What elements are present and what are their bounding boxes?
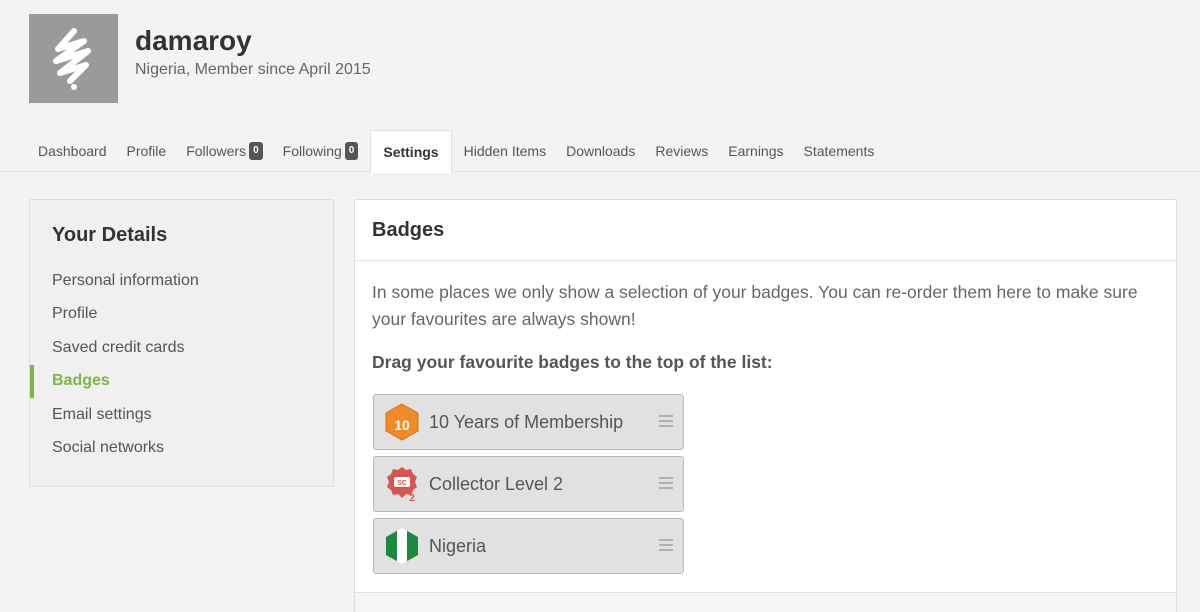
- tab-bar: Dashboard Profile Followers 0 Following 0 …: [28, 130, 885, 173]
- nigeria-flag-icon: [385, 527, 419, 565]
- tab-label: Statements: [803, 143, 875, 159]
- tab-followers[interactable]: Followers 0: [176, 130, 272, 172]
- drag-handle-icon[interactable]: [659, 415, 673, 427]
- collector-seal-icon: SC 2: [385, 465, 419, 503]
- tab-profile[interactable]: Profile: [117, 130, 177, 172]
- tab-earnings[interactable]: Earnings: [718, 130, 793, 172]
- badge-item-nigeria[interactable]: Nigeria: [373, 518, 684, 574]
- sidebar-item-social-networks[interactable]: Social networks: [30, 432, 333, 466]
- tab-hidden-items[interactable]: Hidden Items: [454, 130, 556, 172]
- tab-settings[interactable]: Settings: [370, 130, 452, 173]
- sidebar-item-personal-information[interactable]: Personal information: [30, 264, 333, 298]
- scribble-logo-icon: [52, 27, 91, 90]
- drag-instruction: Drag your favourite badges to the top of…: [372, 352, 773, 372]
- ten-years-hexagon-icon: 10: [385, 403, 419, 441]
- tab-label: Dashboard: [38, 143, 107, 159]
- tab-label: Followers: [186, 143, 247, 159]
- tab-label: Downloads: [566, 143, 636, 159]
- sidebar-item-profile[interactable]: Profile: [30, 298, 333, 332]
- tab-label: Hidden Items: [463, 143, 547, 159]
- sidebar-title: Your Details: [52, 224, 168, 246]
- svg-text:SC: SC: [397, 480, 407, 487]
- panel-footer: [355, 592, 1176, 612]
- tab-label: Following: [282, 143, 342, 159]
- badge-list: 10 10 Years of Membership SC 2 Collector…: [373, 394, 685, 580]
- followers-count-badge: 0: [249, 142, 263, 160]
- panel-title: Badges: [355, 200, 1176, 261]
- sidebar-item-badges[interactable]: Badges: [30, 364, 333, 399]
- member-subtitle: Nigeria, Member since April 2015: [135, 61, 371, 78]
- tab-label: Reviews: [655, 143, 709, 159]
- profile-header: damaroy Nigeria, Member since April 2015…: [0, 0, 1200, 173]
- drag-handle-icon[interactable]: [659, 539, 673, 551]
- badge-label: 10 Years of Membership: [429, 411, 624, 432]
- sidebar-item-saved-credit-cards[interactable]: Saved credit cards: [30, 331, 333, 365]
- tab-label: Earnings: [728, 143, 784, 159]
- badge-item-collector-level-2[interactable]: SC 2 Collector Level 2: [373, 456, 684, 512]
- tab-downloads[interactable]: Downloads: [556, 130, 645, 172]
- panel-description: In some places we only show a selection …: [372, 282, 1138, 329]
- details-sidebar: Your Details Personal information Profil…: [29, 199, 334, 487]
- drag-handle-icon[interactable]: [659, 477, 673, 489]
- sidebar-nav: Personal information Profile Saved credi…: [30, 264, 333, 465]
- svg-text:10: 10: [394, 417, 410, 433]
- tab-statements[interactable]: Statements: [794, 130, 885, 172]
- sidebar-item-email-settings[interactable]: Email settings: [30, 398, 333, 432]
- tab-dashboard[interactable]: Dashboard: [28, 130, 117, 172]
- tab-label: Settings: [383, 143, 439, 160]
- badge-item-10-years[interactable]: 10 10 Years of Membership: [373, 394, 684, 450]
- badge-label: Nigeria: [429, 535, 487, 556]
- badge-label: Collector Level 2: [429, 473, 564, 494]
- tab-label: Profile: [126, 143, 167, 159]
- svg-text:2: 2: [409, 493, 415, 503]
- avatar[interactable]: [29, 14, 118, 103]
- badges-panel: Badges In some places we only show a sel…: [354, 199, 1177, 612]
- username: damaroy: [135, 25, 252, 56]
- tab-following[interactable]: Following 0: [273, 130, 369, 172]
- tab-reviews[interactable]: Reviews: [645, 130, 718, 172]
- following-count-badge: 0: [344, 142, 359, 160]
